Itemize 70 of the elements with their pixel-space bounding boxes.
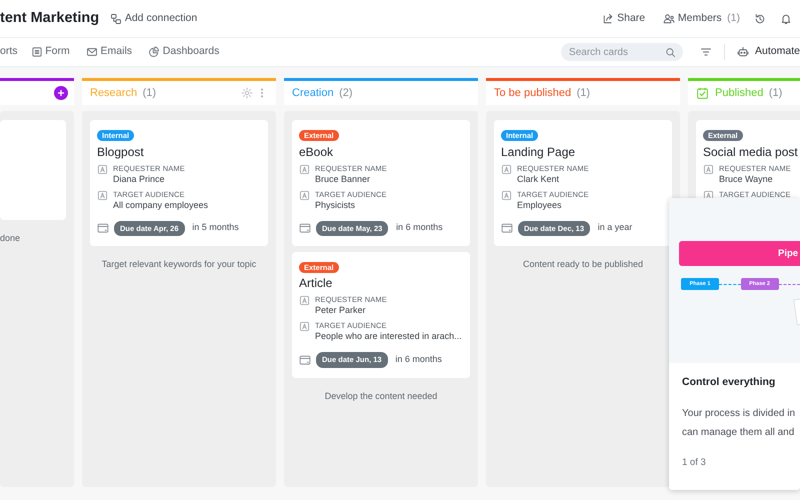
- card-title: Blogpost: [97, 144, 145, 158]
- column-title: Research: [90, 86, 138, 101]
- people-icon: [663, 12, 676, 24]
- text-field-icon: [299, 190, 310, 200]
- calendar-icon: [299, 354, 311, 366]
- column-count: (1): [768, 86, 782, 101]
- relative-date: in 6 months: [396, 221, 443, 234]
- column-count: (1): [142, 86, 156, 101]
- calendar-icon: [501, 222, 513, 234]
- pie-chart-icon: [148, 46, 160, 58]
- nav-tab[interactable]: orts: [0, 44, 18, 60]
- add-connection-button[interactable]: Add connection: [110, 10, 198, 26]
- search-icon: [665, 46, 676, 58]
- field-value: Employees: [517, 200, 563, 210]
- column-title: To be published: [494, 86, 572, 101]
- card-title: Article: [299, 276, 334, 290]
- share-icon: [602, 12, 614, 24]
- field-value: People who are interested in arach...: [315, 331, 462, 342]
- text-field-icon: [97, 164, 108, 174]
- card-title: Landing Page: [501, 144, 576, 158]
- column-description: done: [0, 232, 22, 245]
- filter-icon[interactable]: [700, 46, 712, 58]
- field-value: All company employees: [113, 200, 208, 210]
- plus-icon: [57, 89, 65, 97]
- popover-text: Your process is divided in can manage them all and: [682, 406, 796, 440]
- board-title: tent Marketing: [0, 8, 100, 28]
- column-count: (1): [576, 86, 590, 101]
- field-value: Physicists: [315, 200, 356, 210]
- text-field-icon: [703, 164, 714, 174]
- automate-button[interactable]: Automate: [737, 44, 800, 60]
- relative-date: in 6 months: [395, 353, 442, 366]
- link-icon: [110, 12, 122, 24]
- calendar-icon: [97, 222, 109, 234]
- card-title: Social media post: [703, 144, 799, 158]
- members-button[interactable]: Members (1): [663, 10, 740, 26]
- nav-tab[interactable]: Form: [30, 44, 70, 60]
- field-value: Clark Kent: [517, 174, 560, 184]
- robot-icon: [737, 46, 750, 58]
- add-button[interactable]: [54, 86, 68, 100]
- column-title: Published: [715, 86, 764, 101]
- field-value: Bruce Wayne: [719, 174, 774, 184]
- field-value: Peter Parker: [315, 305, 367, 316]
- form-icon: [30, 46, 43, 58]
- card-title: eBook: [299, 144, 334, 158]
- text-field-icon: [97, 190, 108, 200]
- bell-icon[interactable]: [780, 12, 792, 24]
- history-icon[interactable]: [754, 12, 766, 24]
- text-field-icon: [501, 190, 512, 200]
- relative-date: in a year: [598, 221, 632, 234]
- text-field-icon: [299, 295, 310, 306]
- text-field-icon: [299, 321, 310, 332]
- share-button[interactable]: Share: [602, 10, 646, 26]
- column-description: Content ready to be published: [522, 258, 644, 271]
- column-description: Target relevant keywords for your topic: [100, 258, 258, 271]
- column-description: Develop the content needed: [324, 390, 438, 403]
- envelope-icon: [86, 46, 98, 58]
- column-count: (2): [339, 86, 353, 101]
- text-field-icon: [501, 164, 512, 174]
- relative-date: in 5 months: [192, 221, 239, 234]
- nav-tab[interactable]: Emails: [86, 44, 132, 60]
- column-title: Creation: [292, 86, 334, 101]
- calendar-icon: [299, 222, 311, 234]
- text-field-icon: [299, 164, 310, 174]
- nav-tab[interactable]: Dashboards: [148, 44, 220, 60]
- search-field[interactable]: Search cards: [561, 43, 684, 61]
- popover-title: Control everything: [682, 375, 776, 390]
- page-indicator: 1 of 3: [682, 456, 707, 470]
- field-value: Diana Prince: [113, 174, 166, 184]
- illustration-banner: Pipe: [679, 241, 800, 266]
- field-value: Bruce Banner: [315, 174, 372, 184]
